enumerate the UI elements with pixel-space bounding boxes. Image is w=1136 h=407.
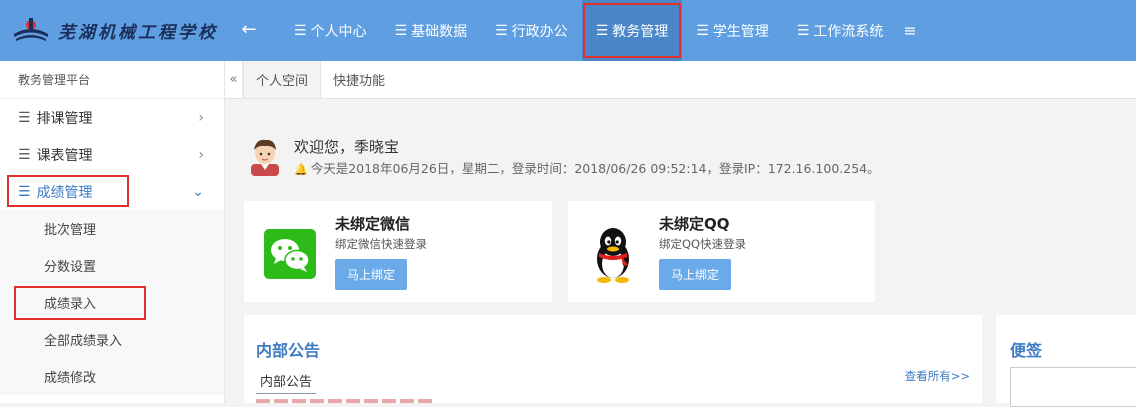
memo-title: 便签	[1010, 341, 1043, 360]
nav-admin-office[interactable]: ☰ 行政办公	[481, 0, 582, 61]
wechat-card-subtitle: 绑定微信快速登录	[335, 237, 427, 251]
tab-quick-functions[interactable]: 快捷功能	[321, 61, 397, 98]
logo-emblem-icon	[14, 17, 48, 41]
sidebar-subitem-grade-edit[interactable]: 成绩修改	[0, 358, 224, 395]
highlight-box	[7, 175, 129, 207]
login-info: 🔔 今天是2018年06月26日，星期二，登录时间：2018/06/26 09:5…	[294, 158, 880, 177]
welcome-greeting: 欢迎您，季晓宝	[294, 138, 400, 156]
memo-panel: 便签	[996, 315, 1136, 407]
sidebar-item-scheduling[interactable]: ☰ 排课管理 ›	[0, 99, 224, 136]
tab-personal-space[interactable]: 个人空间	[243, 61, 322, 98]
sidebar-subitem-score-settings[interactable]: 分数设置	[0, 247, 224, 284]
nav-personal-center[interactable]: ☰ 个人中心	[280, 0, 381, 61]
qq-card-subtitle: 绑定QQ快速登录	[659, 237, 747, 251]
view-all-link[interactable]: 查看所有>>	[905, 368, 970, 384]
nav-label: 基础数据	[411, 23, 468, 40]
sidebar-subitem-batch[interactable]: 批次管理	[0, 210, 224, 247]
memo-textarea[interactable]	[1010, 367, 1136, 407]
chevron-right-icon: ›	[198, 146, 204, 163]
menu-icon: ☰	[696, 22, 709, 39]
notice-item-preview[interactable]	[256, 399, 436, 403]
welcome-section: 欢迎您，季晓宝 🔔 今天是2018年06月26日，星期二，登录时间：2018/06…	[244, 136, 1004, 182]
sidebar-subitem-all-grade-entry[interactable]: 全部成绩录入	[0, 321, 224, 358]
school-logo[interactable]: 芜湖机械工程学校	[0, 0, 225, 61]
sidebar-subitem-grade-entry[interactable]: 成绩录入	[0, 284, 224, 321]
wechat-card-title: 未绑定微信	[335, 215, 411, 233]
menu-icon: ☰	[18, 146, 31, 163]
internal-notice-panel: 内部公告 内部公告 查看所有>>	[244, 315, 982, 403]
sidebar-item-grades[interactable]: ☰ 成绩管理 ⌄	[0, 173, 224, 210]
nav-academic-affairs[interactable]: ☰ 教务管理	[581, 0, 683, 61]
nav-label: 个人中心	[310, 23, 367, 40]
sidebar-item-timetable[interactable]: ☰ 课表管理 ›	[0, 136, 224, 173]
menu-icon: ☰	[495, 22, 508, 39]
wechat-icon	[264, 229, 316, 279]
notice-tab[interactable]: 内部公告	[256, 371, 317, 394]
nav-basic-data[interactable]: ☰ 基础数据	[381, 0, 482, 61]
nav-label: 教务管理	[612, 23, 669, 40]
menu-icon: ☰	[294, 22, 307, 39]
nav-label: 学生管理	[712, 23, 769, 40]
nav-student-management[interactable]: ☰ 学生管理	[682, 0, 783, 61]
login-info-text: 今天是2018年06月26日，星期二，登录时间：2018/06/26 09:52…	[310, 161, 880, 176]
qq-icon	[597, 228, 629, 283]
sidebar-title: 教务管理平台	[0, 61, 224, 99]
menu-icon: ☰	[394, 22, 408, 39]
school-name: 芜湖机械工程学校	[58, 23, 218, 43]
nav-workflow-system[interactable]: ☰ 工作流系统	[783, 0, 898, 61]
user-avatar	[251, 139, 279, 176]
sidebar: 教务管理平台 ☰ 排课管理 › ☰ 课表管理 › ☰ 成绩管理 ⌄ 批次管理 分…	[0, 61, 225, 403]
chevron-down-icon: ⌄	[192, 183, 204, 200]
bind-wechat-button[interactable]: 马上绑定	[335, 259, 407, 290]
main-nav: ☰ 个人中心 ☰ 基础数据 ☰ 行政办公 ☰ 教务管理 ☰ 学生管理 ☰ 工作流…	[280, 0, 923, 61]
sidebar-item-label: 排课管理	[36, 110, 93, 127]
more-menu-icon[interactable]: ≡	[897, 0, 922, 61]
qq-bind-card: 未绑定QQ 绑定QQ快速登录 马上绑定	[568, 201, 875, 302]
menu-icon: ☰	[18, 109, 31, 126]
bind-qq-button[interactable]: 马上绑定	[659, 259, 731, 290]
menu-icon: ☰	[595, 22, 609, 39]
back-arrow-icon[interactable]: ←	[234, 18, 264, 42]
chevron-right-icon: ›	[198, 109, 204, 126]
highlight-box	[14, 286, 146, 320]
qq-card-title: 未绑定QQ	[659, 215, 730, 233]
sidebar-item-label: 课表管理	[36, 147, 93, 164]
notice-title: 内部公告	[256, 341, 321, 360]
menu-icon: ☰	[796, 22, 810, 39]
collapse-sidebar-icon[interactable]: «	[225, 61, 243, 98]
nav-label: 行政办公	[511, 23, 568, 40]
bell-icon: 🔔	[294, 163, 308, 176]
top-navbar: 芜湖机械工程学校 ← ☰ 个人中心 ☰ 基础数据 ☰ 行政办公 ☰ 教务管理 ☰…	[0, 0, 1136, 61]
wechat-bind-card: 未绑定微信 绑定微信快速登录 马上绑定	[244, 201, 552, 302]
tab-bar: « 个人空间 快捷功能	[225, 61, 1136, 99]
nav-label: 工作流系统	[813, 23, 884, 40]
